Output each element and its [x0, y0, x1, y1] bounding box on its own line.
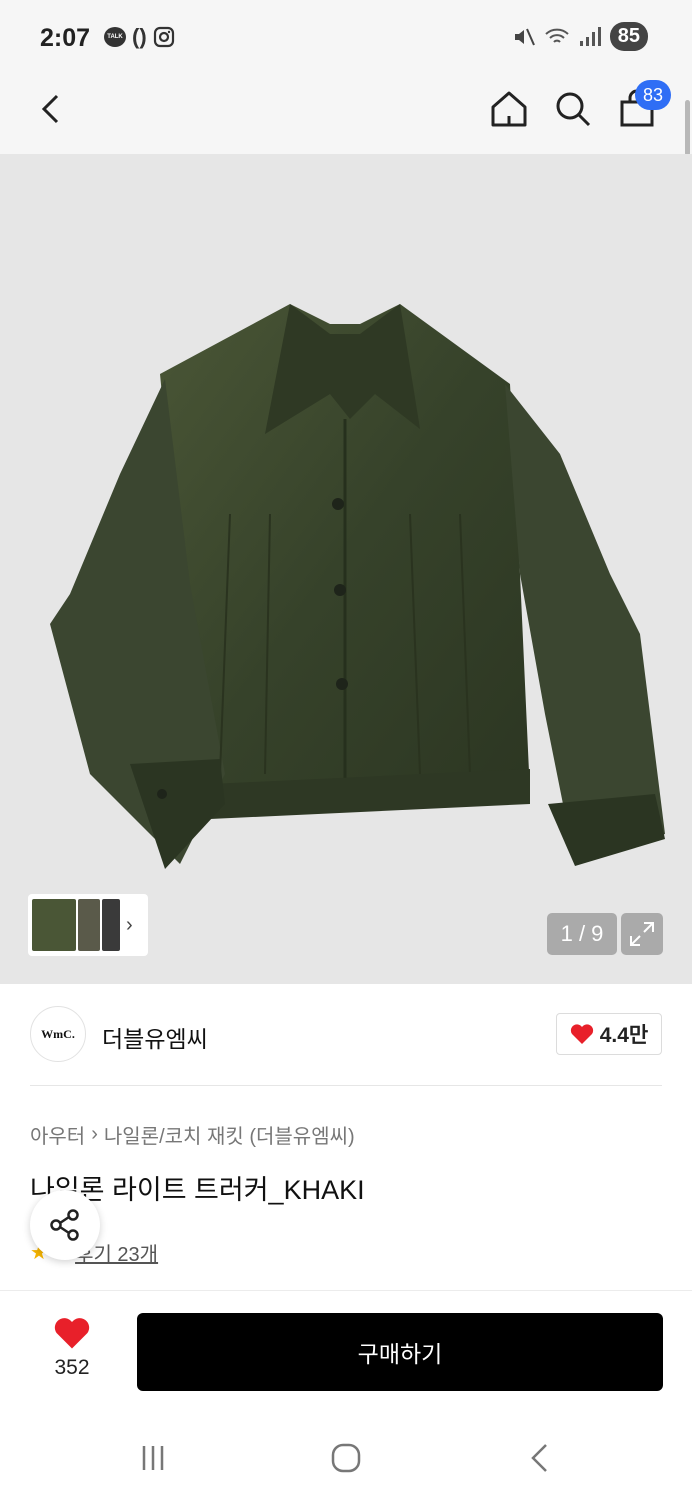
heart-icon	[54, 1318, 90, 1349]
jacket-image	[50, 304, 665, 869]
home-icon	[491, 91, 527, 127]
thumbnail-more-arrow[interactable]: ›	[126, 914, 133, 937]
wish-button[interactable]: 352	[40, 1316, 104, 1380]
home-nav-button[interactable]	[326, 1440, 366, 1476]
back-arrow-icon	[531, 1444, 547, 1472]
thumbnail-2[interactable]	[78, 899, 100, 951]
back-button[interactable]	[26, 84, 76, 134]
thumbnail-3[interactable]	[102, 899, 120, 951]
brand-logo[interactable]: WmC.	[30, 1006, 86, 1062]
kakaotalk-icon: TALK	[104, 27, 126, 47]
battery-level: 85	[609, 22, 648, 51]
share-button[interactable]	[30, 1190, 100, 1260]
breadcrumb-subcategory[interactable]: 나일론/코치 재킷 (더블유엠씨)	[104, 1120, 355, 1149]
expand-image-button[interactable]	[621, 913, 663, 955]
share-icon	[50, 1209, 79, 1241]
thumbnail-strip[interactable]: ›	[28, 894, 148, 956]
instagram-icon	[153, 26, 174, 48]
home-button[interactable]	[484, 84, 534, 134]
cart-count-badge: 83	[635, 80, 671, 110]
breadcrumb-separator: ›	[91, 1123, 98, 1145]
divider	[30, 1085, 662, 1086]
system-status-icons: 85	[512, 22, 648, 51]
scrollbar[interactable]	[685, 100, 690, 156]
brand-name[interactable]: 더블유엠씨	[102, 1020, 208, 1054]
wifi-icon	[545, 28, 569, 43]
product-image[interactable]	[0, 154, 692, 984]
wish-count: 352	[54, 1356, 90, 1379]
brand-like-button[interactable]: 4.4만	[556, 1013, 662, 1055]
status-bar: 2:07 TALK () 85	[0, 0, 692, 76]
breadcrumb-category[interactable]: 아우터	[30, 1120, 85, 1149]
status-time: 2:07	[40, 24, 91, 52]
system-nav-bar	[0, 1410, 692, 1500]
image-counter: 1 / 9	[547, 913, 617, 955]
recent-apps-button[interactable]	[133, 1440, 173, 1476]
breadcrumb: 아우터 › 나일론/코치 재킷 (더블유엠씨)	[30, 1120, 355, 1149]
buy-button[interactable]: 구매하기	[137, 1313, 663, 1391]
notification-parens-icon: ()	[132, 24, 147, 49]
recent-apps-icon	[142, 1446, 164, 1470]
heart-icon	[570, 1024, 593, 1044]
search-icon	[556, 92, 591, 127]
notification-icons: TALK ()	[104, 26, 175, 48]
thumbnail-1[interactable]	[32, 899, 76, 951]
mute-icon	[514, 28, 535, 45]
brand-like-count: 4.4만	[599, 1024, 649, 1047]
home-circle-icon	[331, 1443, 361, 1473]
chevron-left-icon	[41, 94, 59, 124]
signal-icon	[579, 26, 601, 46]
app-header	[0, 76, 692, 154]
expand-icon	[630, 922, 654, 946]
search-button[interactable]	[548, 84, 598, 134]
back-nav-button[interactable]	[520, 1440, 560, 1476]
